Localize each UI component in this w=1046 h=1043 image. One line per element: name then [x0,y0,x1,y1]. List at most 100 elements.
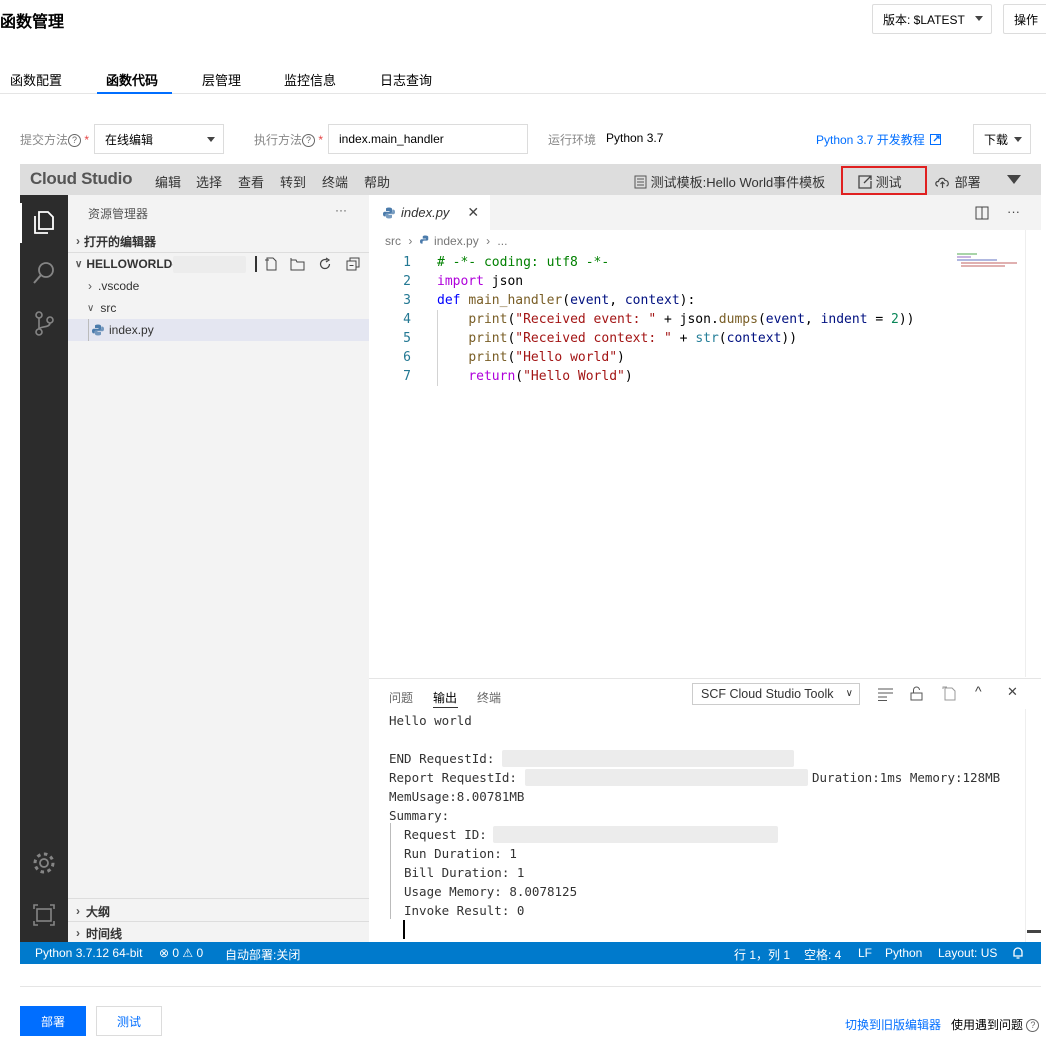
code-line: # -*- coding: utf8 -*- [437,255,610,270]
close-icon[interactable]: ✕ [467,204,479,221]
exec-method-label-group: 执行方法? * [254,131,323,148]
language-mode[interactable]: Python [885,946,922,960]
remote-window-icon[interactable] [30,901,58,929]
line-ending[interactable]: LF [858,946,872,960]
exec-method-input[interactable]: index.main_handler [328,124,528,154]
breadcrumb-src[interactable]: src [385,234,401,248]
menu-terminal[interactable]: 终端 [322,172,348,191]
tree-item-src[interactable]: ∨ src [68,297,369,319]
code-line: def main_handler(event, context): [437,293,696,308]
output-line: END RequestId: [389,751,495,766]
function-tabs: 函数配置 函数代码 层管理 监控信息 日志查询 [0,60,1046,94]
chevron-up-icon[interactable]: ^ [975,683,982,699]
menu-edit[interactable]: 编辑 [155,172,181,191]
keyboard-layout[interactable]: Layout: US [938,946,997,960]
help-icon[interactable]: ? [68,134,82,148]
timeline-section[interactable]: › 时间线 [68,922,369,944]
tab-monitoring[interactable]: 监控信息 [284,70,336,89]
output-line: MemUsage:8.00781MB [389,789,525,804]
scroll-thumb[interactable] [1027,930,1041,933]
open-log-icon[interactable] [942,686,957,701]
gear-icon[interactable] [30,849,58,877]
tree-item-index-py[interactable]: index.py [68,319,369,341]
tree-item-vscode[interactable]: › .vscode [68,275,369,297]
deploy-button[interactable]: 部署 [934,172,981,191]
tab-log-query[interactable]: 日志查询 [380,70,432,89]
search-icon[interactable] [30,259,58,287]
minimap[interactable] [957,253,1019,267]
menu-select[interactable]: 选择 [196,172,222,191]
download-button[interactable]: 下载 [973,124,1031,154]
tab-function-config[interactable]: 函数配置 [10,70,62,89]
refresh-icon[interactable] [318,257,332,271]
panel-tab-terminal[interactable]: 终端 [477,689,501,706]
test-button[interactable]: 测试 [858,172,902,191]
outline-section[interactable]: › 大纲 [68,900,369,922]
code-area[interactable]: 1 2 3 4 5 6 7 # -*- coding: utf8 -*- imp… [369,253,959,393]
more-actions-icon[interactable]: ··· [1007,204,1020,219]
output-channel-select[interactable]: SCF Cloud Studio Toolk ∨ [692,683,860,705]
help-icon[interactable]: ? [302,134,316,148]
redacted-request-id [502,750,794,767]
new-folder-icon[interactable] [290,257,305,271]
lock-icon[interactable] [910,686,923,701]
collapse-all-icon[interactable] [346,257,360,271]
switch-editor-link[interactable]: 切换到旧版编辑器 [845,1016,941,1033]
breadcrumb-more[interactable]: ... [497,234,507,248]
redacted-request-id [525,769,808,786]
chevron-down-icon: ∨ [87,302,95,314]
chevron-down-icon [975,16,983,21]
explorer-icon[interactable] [30,207,58,235]
auto-deploy-status[interactable]: 自动部署:关闭 [225,946,300,963]
chevron-right-icon: › [76,904,80,918]
submit-method-select[interactable]: 在线编辑 [94,124,224,154]
editor-tab-index-py[interactable]: index.py ✕ [369,195,490,230]
line-number: 1 [403,255,411,270]
source-control-icon[interactable] [30,309,58,337]
editor-tab-label: index.py [401,205,450,220]
panel-tab-problems[interactable]: 问题 [389,689,413,706]
open-editors-section[interactable]: › 打开的编辑器 [68,230,369,252]
menu-help[interactable]: 帮助 [364,172,390,191]
redacted-request-id [493,826,778,843]
code-line: print("Received context: " + str(context… [468,331,798,346]
notification-bell-icon[interactable] [1012,947,1024,959]
menu-goto[interactable]: 转到 [280,172,306,191]
tutorial-link[interactable]: Python 3.7 开发教程 [816,131,942,148]
tutorial-link-text: Python 3.7 开发教程 [816,133,925,147]
breadcrumb-file[interactable]: index.py [434,234,479,248]
output-log[interactable]: Hello world END RequestId: Report Reques… [369,709,1025,943]
indent-guide [390,823,391,919]
problem-help-label: 使用遇到问题 [951,1018,1024,1032]
new-file-icon[interactable] [264,257,278,271]
problems-count[interactable]: ⊗ 0 ⚠ 0 [159,946,203,960]
ops-menu-button[interactable]: 操作 [1003,4,1046,34]
active-tab-indicator [97,92,172,94]
close-icon[interactable]: ✕ [1007,684,1018,700]
split-editor-icon[interactable] [975,206,989,220]
output-panel: 问题 输出 终端 SCF Cloud Studio Toolk ∨ ^ ✕ He… [369,678,1041,943]
help-icon: ? [1026,1019,1040,1033]
tab-function-code[interactable]: 函数代码 [106,70,158,89]
python-interpreter[interactable]: Python 3.7.12 64-bit [35,946,142,960]
output-scrollbar[interactable] [1025,709,1041,943]
version-select[interactable]: 版本: $LATEST [872,4,992,34]
panel-tab-output[interactable]: 输出 [433,689,457,706]
test-template-select[interactable]: 测试模板:Hello World事件模板 [634,172,825,191]
tab-layer-management[interactable]: 层管理 [202,70,241,89]
more-actions-icon[interactable]: ··· [335,203,347,217]
menu-view[interactable]: 查看 [238,172,264,191]
problem-help-link[interactable]: 使用遇到问题 ? [951,1016,1040,1033]
tree-item-label: index.py [109,323,154,337]
clear-output-icon[interactable] [878,688,893,701]
test-button[interactable]: 测试 [96,1006,162,1036]
dropdown-triangle-icon[interactable] [1007,175,1021,185]
deploy-button[interactable]: 部署 [20,1006,86,1036]
cursor-position[interactable]: 行 1，列 1 [734,946,790,963]
indent-spaces[interactable]: 空格: 4 [804,946,841,963]
active-activity-indicator [20,203,22,243]
chevron-down-icon [207,137,215,142]
editor-scrollbar[interactable] [1025,230,1041,677]
runtime-label: 运行环境 [548,133,597,147]
test-button-label: 测试 [875,175,902,190]
